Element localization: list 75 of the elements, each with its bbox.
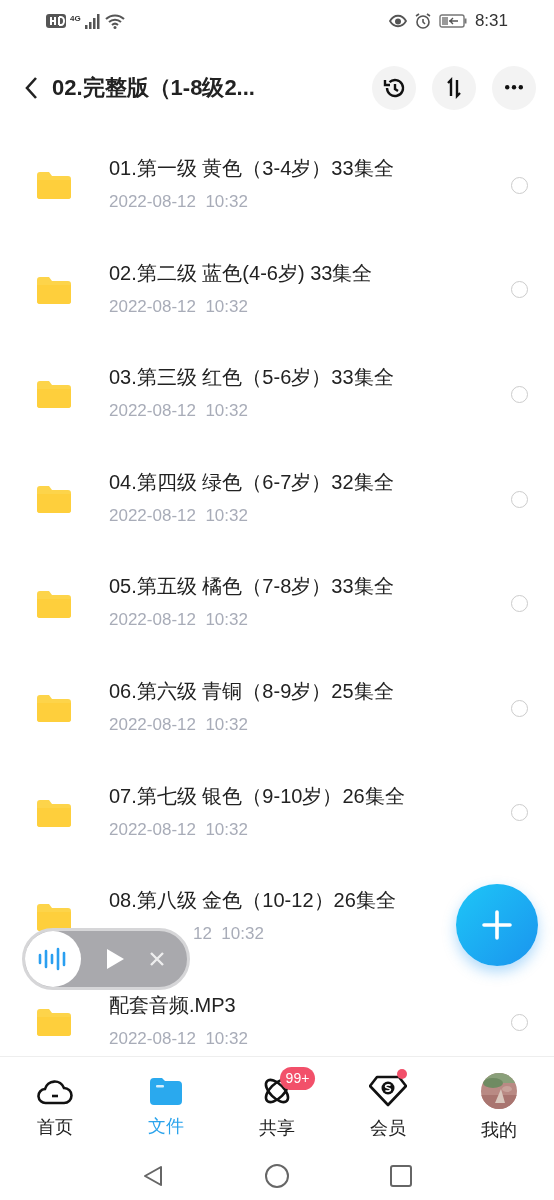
file-name: 03.第三级 红色（5-6岁）33集全: [109, 365, 394, 390]
folder-icon: [37, 380, 71, 409]
folder-icon: [37, 171, 71, 200]
file-name: 07.第七级 银色（9-10岁）26集全: [109, 783, 405, 808]
file-date: 2022-08-12 10:32: [109, 191, 248, 214]
close-icon: [149, 951, 165, 967]
nav-tab[interactable]: 会员: [332, 1062, 444, 1146]
recents-nav-button[interactable]: [389, 1164, 413, 1188]
more-icon: [505, 85, 523, 90]
folder-icon: [150, 1076, 183, 1105]
hd-icon: [46, 14, 66, 28]
file-row[interactable]: 05.第五级 橘色（7-8岁）33集全 2022-08-12 10:32: [0, 551, 554, 656]
back-button[interactable]: [24, 75, 38, 100]
select-radio[interactable]: [511, 699, 528, 717]
folder-icon: [37, 485, 71, 514]
file-row[interactable]: 08.第八级 金色（10-12）26集全 12 10:32: [0, 865, 554, 970]
play-button[interactable]: [105, 947, 125, 971]
select-radio[interactable]: [511, 176, 528, 194]
file-name: 04.第四级 绿色（6-7岁）32集全: [109, 469, 394, 494]
back-icon: [24, 75, 38, 100]
file-date: 2022-08-12 10:32: [109, 609, 248, 632]
file-date: 2022-08-12 10:32: [109, 818, 248, 841]
folder-icon: [37, 694, 71, 723]
signal-icon: [84, 13, 101, 29]
eye-icon: [388, 14, 407, 28]
back-nav-icon: [141, 1164, 165, 1188]
file-date: 2022-08-12 10:32: [109, 400, 248, 423]
home-nav-button[interactable]: [265, 1164, 289, 1188]
history-button[interactable]: [372, 65, 416, 110]
back-nav-button[interactable]: [141, 1164, 165, 1188]
select-radio[interactable]: [511, 386, 528, 403]
plus-icon: [482, 910, 512, 940]
file-date: 2022-08-12 10:32: [109, 295, 248, 318]
add-button[interactable]: [456, 884, 538, 966]
alarm-icon: [414, 13, 431, 29]
select-radio[interactable]: [511, 281, 528, 299]
count-badge: 99+: [279, 1066, 316, 1090]
network-label: 4G: [70, 13, 81, 25]
diamond-icon: [368, 1074, 407, 1107]
folder-icon: [37, 798, 71, 827]
select-radio[interactable]: [511, 490, 528, 508]
nav-tab[interactable]: 共享 99+: [221, 1062, 333, 1146]
select-radio[interactable]: [511, 595, 528, 613]
home-nav-icon: [265, 1164, 289, 1188]
battery-icon: [438, 14, 467, 28]
sort-button[interactable]: [432, 65, 476, 110]
folder-icon: [37, 589, 71, 618]
nav-tab[interactable]: 首页: [0, 1063, 111, 1145]
file-date: 2022-08-12 10:32: [109, 1027, 248, 1050]
file-row[interactable]: 03.第三级 红色（5-6岁）33集全 2022-08-12 10:32: [0, 342, 554, 447]
file-row[interactable]: 04.第四级 绿色（6-7岁）32集全 2022-08-12 10:32: [0, 446, 554, 552]
file-date: 12 10:32: [192, 923, 264, 946]
folder-title: 02.完整版（1-8级2...: [52, 74, 255, 102]
file-name: 02.第二级 蓝色(4-6岁) 33集全: [109, 260, 373, 285]
play-icon: [105, 947, 125, 971]
file-name: 06.第六级 青铜（8-9岁）25集全: [109, 679, 394, 703]
recents-nav-icon: [389, 1164, 413, 1188]
close-button[interactable]: [149, 951, 165, 967]
file-date: 2022-08-12 10:32: [109, 714, 248, 736]
file-row[interactable]: 06.第六级 青铜（8-9岁）25集全 2022-08-12 10:32: [0, 655, 554, 761]
more-button[interactable]: [492, 65, 536, 110]
file-row[interactable]: 01.第一级 黄色（3-4岁）33集全 2022-08-12 10:32: [0, 133, 554, 238]
file-name: 08.第八级 金色（10-12）26集全: [109, 888, 396, 913]
file-name: 01.第一级 黄色（3-4岁）33集全: [109, 156, 394, 181]
file-name: 配套音频.MP3: [109, 992, 236, 1017]
clock-time: 8:31: [474, 10, 508, 33]
file-name: 05.第五级 橘色（7-8岁）33集全: [109, 574, 394, 599]
folder-icon: [37, 1008, 71, 1037]
select-radio[interactable]: [511, 1013, 528, 1031]
file-row[interactable]: 02.第二级 蓝色(4-6岁) 33集全 2022-08-12 10:32: [0, 237, 554, 343]
select-radio[interactable]: [511, 804, 528, 822]
wifi-icon: [104, 13, 125, 29]
folder-icon: [37, 275, 71, 304]
file-row[interactable]: 07.第七级 银色（9-10岁）26集全 2022-08-12 10:32: [0, 760, 554, 866]
file-date: 2022-08-12 10:32: [109, 504, 248, 527]
